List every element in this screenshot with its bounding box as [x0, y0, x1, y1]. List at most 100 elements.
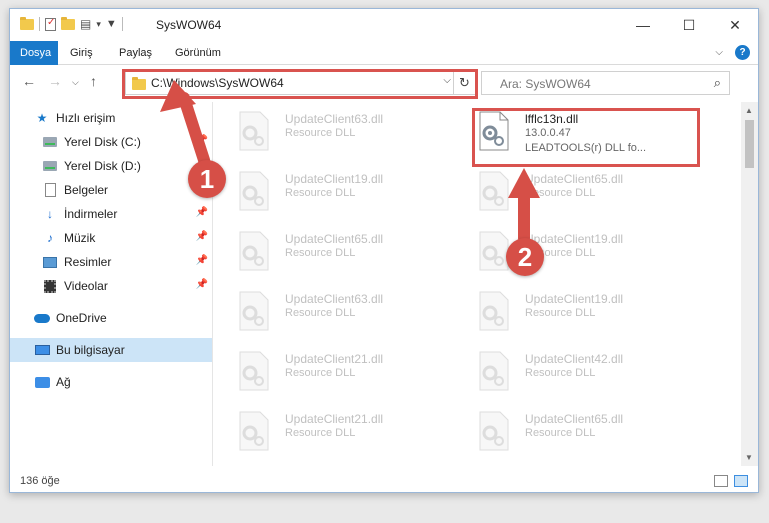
callout-1: 1	[188, 160, 226, 198]
file-tile[interactable]: UpdateClient65.dll Resource DLL	[213, 222, 453, 274]
sidebar-item-documents[interactable]: Belgeler 📌	[10, 178, 212, 202]
videos-icon	[44, 279, 56, 293]
sidebar-item-quick-access[interactable]: ★ Hızlı erişim	[10, 106, 212, 130]
customize-toolbar-icon[interactable]: ▼	[106, 18, 117, 30]
back-arrow-icon[interactable]: ←	[22, 73, 36, 89]
tab-view[interactable]: Görünüm	[165, 41, 231, 65]
pin-icon: 📌	[195, 231, 208, 242]
sidebar-item-disk-c[interactable]: Yerel Disk (C:) 📌	[10, 130, 212, 154]
sidebar-item-label: İndirmeler	[64, 207, 118, 221]
computer-icon	[34, 345, 50, 355]
window-title: SysWOW64	[156, 18, 222, 32]
file-tile[interactable]: UpdateClient21.dll Resource DLL	[213, 402, 453, 454]
navigation-pane: ★ Hızlı erişim Yerel Disk (C:) 📌 Yerel D…	[10, 102, 212, 466]
file-tile[interactable]: UpdateClient21.dll Resource DLL	[213, 342, 453, 394]
details-view-icon[interactable]	[714, 475, 728, 487]
new-folder-icon[interactable]	[61, 16, 75, 30]
chevron-down-icon[interactable]: ▾	[96, 19, 101, 30]
window-controls: — ☐ ✕	[620, 9, 758, 41]
file-tile[interactable]: UpdateClient19.dll Resource DLL	[453, 222, 693, 274]
close-button[interactable]: ✕	[712, 9, 758, 41]
file-name: UpdateClient19.dll	[525, 232, 624, 246]
title-bar: ▤ ▾ ▼ SysWOW64 — ☐ ✕	[10, 9, 758, 41]
maximize-button[interactable]: ☐	[666, 9, 712, 41]
dll-file-icon	[239, 171, 269, 211]
dll-file-icon	[239, 411, 269, 451]
help-icon[interactable]: ?	[735, 45, 750, 60]
sidebar-item-label: Videolar	[64, 279, 108, 293]
download-icon: ↓	[47, 207, 53, 221]
file-tile[interactable]: UpdateClient63.dll Resource DLL	[213, 102, 453, 154]
sidebar-item-videos[interactable]: Videolar 📌	[10, 274, 212, 298]
scrollbar-thumb[interactable]	[745, 120, 754, 168]
pin-icon: 📌	[195, 279, 208, 290]
ribbon-expand-icon[interactable]: ⌵	[715, 47, 723, 58]
file-name: UpdateClient19.dll	[525, 292, 624, 306]
minimize-button[interactable]: —	[620, 9, 666, 41]
music-icon: ♪	[47, 231, 53, 245]
sidebar-item-label: Ağ	[56, 375, 71, 389]
callout-2: 2	[506, 238, 544, 276]
sidebar-item-label: Yerel Disk (D:)	[64, 159, 141, 173]
network-icon	[34, 376, 50, 388]
pictures-icon	[43, 256, 57, 268]
file-tile[interactable]: UpdateClient19.dll Resource DLL	[453, 282, 693, 334]
sidebar-item-onedrive[interactable]: OneDrive	[10, 306, 212, 330]
status-bar: 136 öğe	[10, 471, 758, 493]
dll-file-icon	[479, 411, 509, 451]
file-description: Resource DLL	[285, 307, 356, 319]
file-description: Resource DLL	[525, 187, 596, 199]
dll-file-icon	[479, 351, 509, 391]
sidebar-item-pictures[interactable]: Resimler 📌	[10, 250, 212, 274]
file-tile[interactable]: UpdateClient42.dll Resource DLL	[453, 342, 693, 394]
sidebar-item-downloads[interactable]: ↓ İndirmeler 📌	[10, 202, 212, 226]
file-name: UpdateClient65.dll	[525, 172, 624, 186]
file-name: UpdateClient63.dll	[285, 292, 384, 306]
search-placeholder: Ara: SysWOW64	[500, 77, 591, 91]
file-highlight-box	[472, 108, 700, 167]
file-tile[interactable]: UpdateClient63.dll Resource DLL	[213, 282, 453, 334]
dll-file-icon	[239, 231, 269, 271]
document-icon	[44, 183, 56, 197]
rename-icon[interactable]: ▤	[80, 17, 91, 31]
file-tile[interactable]: UpdateClient19.dll Resource DLL	[213, 162, 453, 214]
file-name: UpdateClient21.dll	[285, 412, 384, 426]
file-description: Resource DLL	[285, 247, 356, 259]
file-name: UpdateClient42.dll	[525, 352, 624, 366]
sidebar-item-disk-d[interactable]: Yerel Disk (D:) 📌	[10, 154, 212, 178]
file-name: UpdateClient65.dll	[285, 232, 384, 246]
scroll-up-icon[interactable]: ▲	[745, 106, 753, 115]
sidebar-item-label: Resimler	[64, 255, 112, 269]
item-count: 136 öğe	[20, 475, 60, 487]
address-highlight-box	[122, 69, 478, 99]
tiles-view-icon[interactable]	[734, 475, 748, 487]
sidebar-item-music[interactable]: ♪ Müzik 📌	[10, 226, 212, 250]
sidebar-item-this-pc[interactable]: Bu bilgisayar	[10, 338, 212, 362]
separator	[121, 17, 123, 31]
file-name: UpdateClient21.dll	[285, 352, 384, 366]
search-icon[interactable]: ⌕	[714, 75, 721, 91]
tab-file[interactable]: Dosya	[10, 41, 58, 65]
sidebar-item-label: Yerel Disk (C:)	[64, 135, 141, 149]
file-tile[interactable]: UpdateClient65.dll Resource DLL	[453, 402, 693, 454]
dll-file-icon	[239, 351, 269, 391]
search-input[interactable]: Ara: SysWOW64 ⌕	[481, 71, 730, 95]
file-description: Resource DLL	[525, 427, 596, 439]
sidebar-item-label: Belgeler	[64, 183, 109, 197]
recent-locations-icon[interactable]: ⌵	[72, 77, 79, 88]
ribbon: Dosya Giriş Paylaş Görünüm ⌵ ?	[10, 41, 758, 65]
sidebar-item-label: Hızlı erişim	[56, 111, 116, 125]
properties-icon[interactable]	[45, 17, 56, 31]
file-description: Resource DLL	[285, 427, 356, 439]
file-description: Resource DLL	[525, 307, 596, 319]
forward-arrow-icon[interactable]: →	[48, 73, 62, 89]
file-description: Resource DLL	[285, 367, 356, 379]
scroll-down-icon[interactable]: ▼	[745, 453, 753, 462]
up-arrow-icon[interactable]: ↑	[90, 73, 97, 89]
vertical-scrollbar[interactable]: ▲ ▼	[741, 102, 758, 466]
pin-icon: 📌	[195, 207, 208, 218]
file-tile[interactable]: UpdateClient65.dll Resource DLL	[453, 162, 693, 214]
tab-home[interactable]: Giriş	[60, 41, 103, 65]
tab-share[interactable]: Paylaş	[109, 41, 162, 65]
sidebar-item-network[interactable]: Ağ	[10, 370, 212, 394]
